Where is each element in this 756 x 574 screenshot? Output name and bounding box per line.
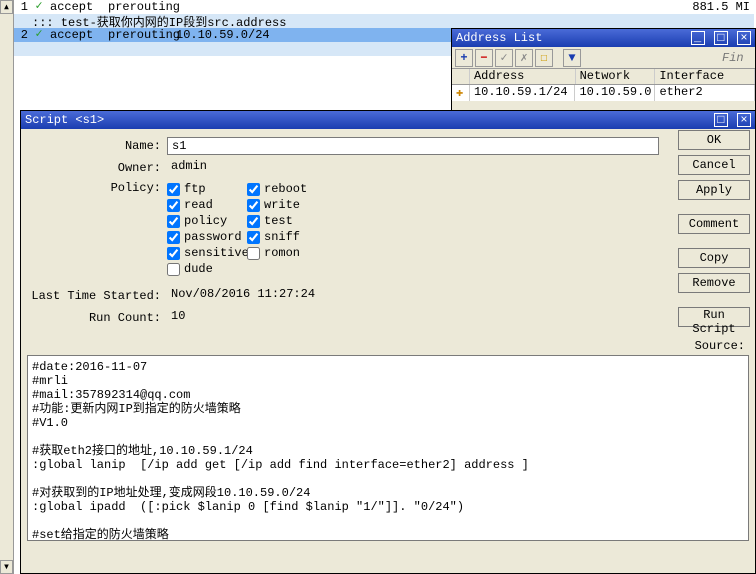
- run-script-button[interactable]: Run Script: [678, 307, 750, 327]
- checkbox-read[interactable]: [167, 199, 180, 212]
- checkbox-sensitive[interactable]: [167, 247, 180, 260]
- close-icon[interactable]: ×: [737, 31, 751, 45]
- checkbox-password[interactable]: [167, 231, 180, 244]
- remove-button[interactable]: Remove: [678, 273, 750, 293]
- checkbox-write[interactable]: [247, 199, 260, 212]
- checkbox-policy[interactable]: [167, 215, 180, 228]
- scrollbar-left[interactable]: ▴ ▾: [0, 0, 14, 574]
- name-input[interactable]: [167, 137, 659, 155]
- remove-button[interactable]: −: [475, 49, 493, 67]
- checkbox-test[interactable]: [247, 215, 260, 228]
- col-address: Address: [470, 69, 576, 84]
- window-title: Address List: [456, 31, 542, 45]
- policy-sensitive[interactable]: sensitive: [167, 245, 247, 261]
- comment-button[interactable]: ☐: [535, 49, 553, 67]
- pin-icon: ✚: [452, 85, 470, 101]
- cancel-button[interactable]: Cancel: [678, 155, 750, 175]
- rc-value: 10: [167, 309, 659, 327]
- lts-value: Nov/08/2016 11:27:24: [167, 287, 659, 305]
- apply-button[interactable]: Apply: [678, 180, 750, 200]
- policy-test[interactable]: test: [247, 213, 327, 229]
- close-icon[interactable]: ×: [737, 113, 751, 127]
- policy-dude[interactable]: dude: [167, 261, 247, 277]
- scroll-down-icon[interactable]: ▾: [0, 560, 13, 574]
- disable-button[interactable]: ✗: [515, 49, 533, 67]
- minimize-icon[interactable]: _: [691, 31, 705, 45]
- policy-password[interactable]: password: [167, 229, 247, 245]
- checkbox-sniff[interactable]: [247, 231, 260, 244]
- owner-value: admin: [167, 159, 659, 177]
- find-input[interactable]: Fin: [722, 51, 752, 65]
- policy-label: Policy:: [27, 181, 167, 195]
- script-window: Script <s1> □ × Name: Owner: admin Polic…: [20, 110, 756, 574]
- enable-button[interactable]: ✓: [495, 49, 513, 67]
- maximize-icon[interactable]: □: [714, 31, 728, 45]
- checkbox-dude[interactable]: [167, 263, 180, 276]
- lts-label: Last Time Started:: [27, 289, 167, 303]
- policy-romon[interactable]: romon: [247, 245, 327, 261]
- rc-label: Run Count:: [27, 311, 167, 325]
- filter-button[interactable]: ▼: [563, 49, 581, 67]
- toolbar: + − ✓ ✗ ☐ ▼ Fin: [452, 47, 755, 69]
- table-header: Address Network Interface: [452, 69, 755, 85]
- source-label: Source:: [27, 339, 749, 353]
- copy-button[interactable]: Copy: [678, 248, 750, 268]
- policy-ftp[interactable]: ftp: [167, 181, 247, 197]
- name-label: Name:: [27, 139, 167, 153]
- policy-policy[interactable]: policy: [167, 213, 247, 229]
- titlebar[interactable]: Address List _ □ ×: [452, 29, 755, 47]
- check-icon: ✓: [32, 28, 46, 42]
- checkbox-romon[interactable]: [247, 247, 260, 260]
- source-textarea[interactable]: #date:2016-11-07 #mrli #mail:357892314@q…: [27, 355, 749, 541]
- table-row[interactable]: ✚ 10.10.59.1/24 10.10.59.0 ether2: [452, 85, 755, 101]
- titlebar[interactable]: Script <s1> □ ×: [21, 111, 755, 129]
- owner-label: Owner:: [27, 161, 167, 175]
- add-button[interactable]: +: [455, 49, 473, 67]
- checkbox-reboot[interactable]: [247, 183, 260, 196]
- window-title: Script <s1>: [25, 113, 104, 127]
- policy-sniff[interactable]: sniff: [247, 229, 327, 245]
- policy-write[interactable]: write: [247, 197, 327, 213]
- ok-button[interactable]: OK: [678, 130, 750, 150]
- maximize-icon[interactable]: □: [714, 113, 728, 127]
- checkbox-ftp[interactable]: [167, 183, 180, 196]
- scroll-up-icon[interactable]: ▴: [0, 0, 13, 14]
- col-network: Network: [576, 69, 656, 84]
- policy-reboot[interactable]: reboot: [247, 181, 327, 197]
- table-comment: ::: test-获取你内网的IP段到src.address: [14, 14, 754, 28]
- policy-read[interactable]: read: [167, 197, 247, 213]
- comment-button[interactable]: Comment: [678, 214, 750, 234]
- side-buttons: OK Cancel Apply Comment Copy Remove Run …: [678, 130, 750, 327]
- col-interface: Interface: [655, 69, 755, 84]
- address-list-window: Address List _ □ × + − ✓ ✗ ☐ ▼ Fin Addre…: [451, 28, 756, 118]
